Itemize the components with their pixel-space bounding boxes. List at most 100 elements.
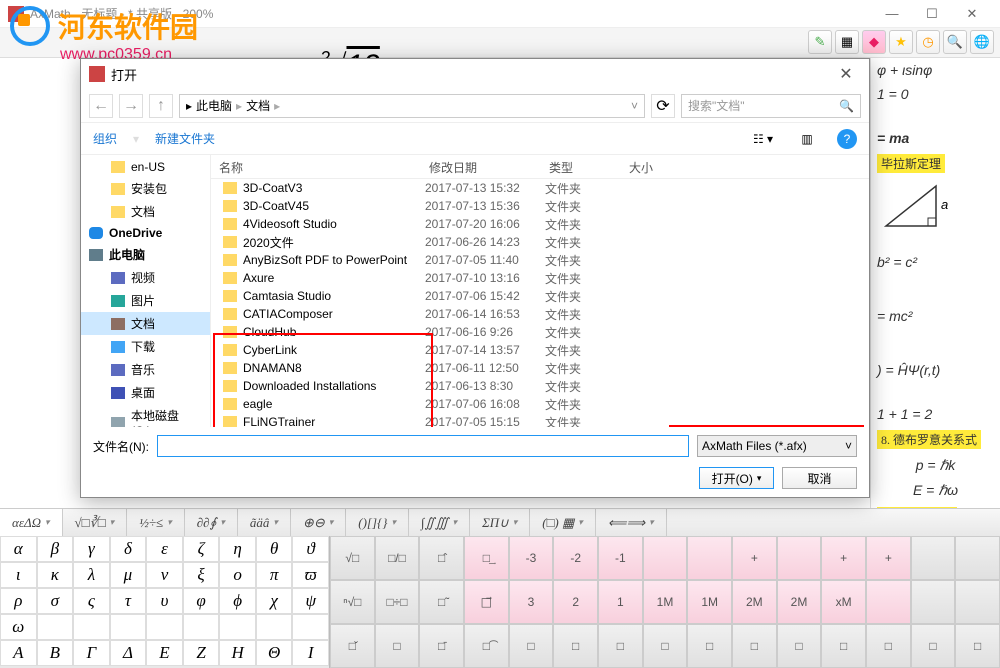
template-symbol[interactable]: -2 [553,536,598,580]
tree-item[interactable]: 音乐 [81,358,210,381]
template-symbol[interactable]: 2 [553,580,598,624]
nav-fwd-button[interactable]: → [119,94,143,118]
dialog-close-button[interactable]: ✕ [831,62,861,86]
greek-symbol[interactable]: θ [256,536,293,562]
file-row[interactable]: CATIAComposer2017-06-14 16:53文件夹 [211,305,869,323]
greek-symbol[interactable]: ο [219,562,256,588]
greek-symbol[interactable]: σ [37,588,74,614]
template-symbol[interactable] [911,580,956,624]
search-input[interactable]: 搜索"文档" 🔍 [681,94,861,118]
greek-symbol[interactable]: π [256,562,293,588]
greek-symbol[interactable]: ψ [292,588,329,614]
greek-symbol[interactable]: ϕ [219,588,256,614]
symbol-tab[interactable]: ãäâ▾ [238,509,291,536]
greek-symbol[interactable]: ζ [183,536,220,562]
col-date[interactable]: 修改日期 [421,155,541,178]
template-symbol[interactable]: □ [866,624,911,668]
greek-symbol[interactable]: κ [37,562,74,588]
greek-symbol[interactable]: ς [73,588,110,614]
greek-symbol[interactable] [219,614,256,640]
maximize-button[interactable]: ☐ [912,0,952,28]
template-symbol[interactable]: □ [732,624,777,668]
greek-symbol[interactable]: I [292,640,329,666]
globe-icon[interactable]: 🌐 [970,30,994,54]
file-row[interactable]: eagle2017-07-06 16:08文件夹 [211,395,869,413]
tree-item[interactable]: 视频 [81,266,210,289]
greek-symbol[interactable]: ξ [183,562,220,588]
template-symbol[interactable]: □ [821,624,866,668]
greek-symbol[interactable]: δ [110,536,147,562]
template-symbol[interactable]: □⃗ [464,580,509,624]
greek-symbol[interactable]: χ [256,588,293,614]
tree-item[interactable]: 桌面 [81,381,210,404]
template-symbol[interactable]: ⁿ√□ [330,580,375,624]
greek-symbol[interactable]: E [146,640,183,666]
favorite-icon[interactable]: ★ [889,30,913,54]
file-row[interactable]: 4Videosoft Studio2017-07-20 16:06文件夹 [211,215,869,233]
file-row[interactable]: AnyBizSoft PDF to PowerPoint2017-07-05 1… [211,251,869,269]
template-symbol[interactable]: □̃ [419,580,464,624]
template-symbol[interactable]: □ [509,624,554,668]
greek-symbol[interactable] [73,614,110,640]
new-folder-button[interactable]: 新建文件夹 [155,130,215,147]
symbol-tab[interactable]: ΣΠ∪▾ [470,509,530,536]
template-symbol[interactable]: 2M [777,580,822,624]
template-symbol[interactable]: √□ [330,536,375,580]
template-symbol[interactable]: + [732,536,777,580]
symbol-tab[interactable]: ∫∬∭▾ [409,509,470,536]
refresh-button[interactable]: ⟳ [651,94,675,118]
help-button[interactable]: ? [837,129,857,149]
file-row[interactable]: 3D-CoatV32017-07-13 15:32文件夹 [211,179,869,197]
cancel-button[interactable]: 取消 [782,467,857,489]
greek-symbol[interactable]: μ [110,562,147,588]
file-row[interactable]: 2020文件2017-06-26 14:23文件夹 [211,233,869,251]
greek-symbol[interactable]: ρ [0,588,37,614]
tree-item[interactable]: 图片 [81,289,210,312]
tool-button-1[interactable]: ✎ [808,30,832,54]
template-symbol[interactable]: + [866,536,911,580]
tree-item[interactable]: 文档 [81,312,210,335]
nav-back-button[interactable]: ← [89,94,113,118]
template-symbol[interactable]: □ [687,624,732,668]
symbol-tab[interactable]: (□) ▦▾ [530,509,596,536]
template-symbol[interactable]: □÷□ [375,580,420,624]
template-symbol[interactable]: 1M [687,580,732,624]
symbol-tab[interactable]: αεΔΩ▾ [0,509,63,536]
template-symbol[interactable]: xM [821,580,866,624]
bookmark-icon[interactable]: ◆ [862,30,886,54]
template-symbol[interactable]: □̌ [330,624,375,668]
greek-symbol[interactable]: η [219,536,256,562]
breadcrumb-item[interactable]: 此电脑 [196,97,232,114]
template-symbol[interactable]: □͡ [464,624,509,668]
tree-item[interactable]: OneDrive [81,223,210,243]
template-symbol[interactable]: 1 [598,580,643,624]
greek-symbol[interactable] [37,614,74,640]
template-symbol[interactable]: □ [553,624,598,668]
template-symbol[interactable] [955,580,1000,624]
symbol-tab[interactable]: ()[]{}▾ [346,509,409,536]
col-size[interactable]: 大小 [621,155,681,178]
tree-item[interactable]: 文档 [81,200,210,223]
template-symbol[interactable]: □/□ [375,536,420,580]
greek-symbol[interactable]: β [37,536,74,562]
open-button[interactable]: 打开(O)▾ [699,467,774,489]
tree-item[interactable]: 下载 [81,335,210,358]
file-row[interactable]: CloudHub2017-06-16 9:26文件夹 [211,323,869,341]
template-symbol[interactable] [643,536,688,580]
template-symbol[interactable]: □ [598,624,643,668]
view-button[interactable]: ☷ ▾ [749,128,777,150]
greek-symbol[interactable]: ϖ [292,562,329,588]
greek-symbol[interactable] [146,614,183,640]
greek-symbol[interactable]: ι [0,562,37,588]
template-symbol[interactable]: □ [643,624,688,668]
greek-symbol[interactable]: ν [146,562,183,588]
template-symbol[interactable]: □ [911,624,956,668]
template-symbol[interactable]: □ [777,624,822,668]
greek-symbol[interactable] [292,614,329,640]
greek-symbol[interactable]: υ [146,588,183,614]
clock-icon[interactable]: ◷ [916,30,940,54]
col-type[interactable]: 类型 [541,155,621,178]
greek-symbol[interactable]: A [0,640,37,666]
close-button[interactable]: ✕ [952,0,992,28]
greek-symbol[interactable]: α [0,536,37,562]
